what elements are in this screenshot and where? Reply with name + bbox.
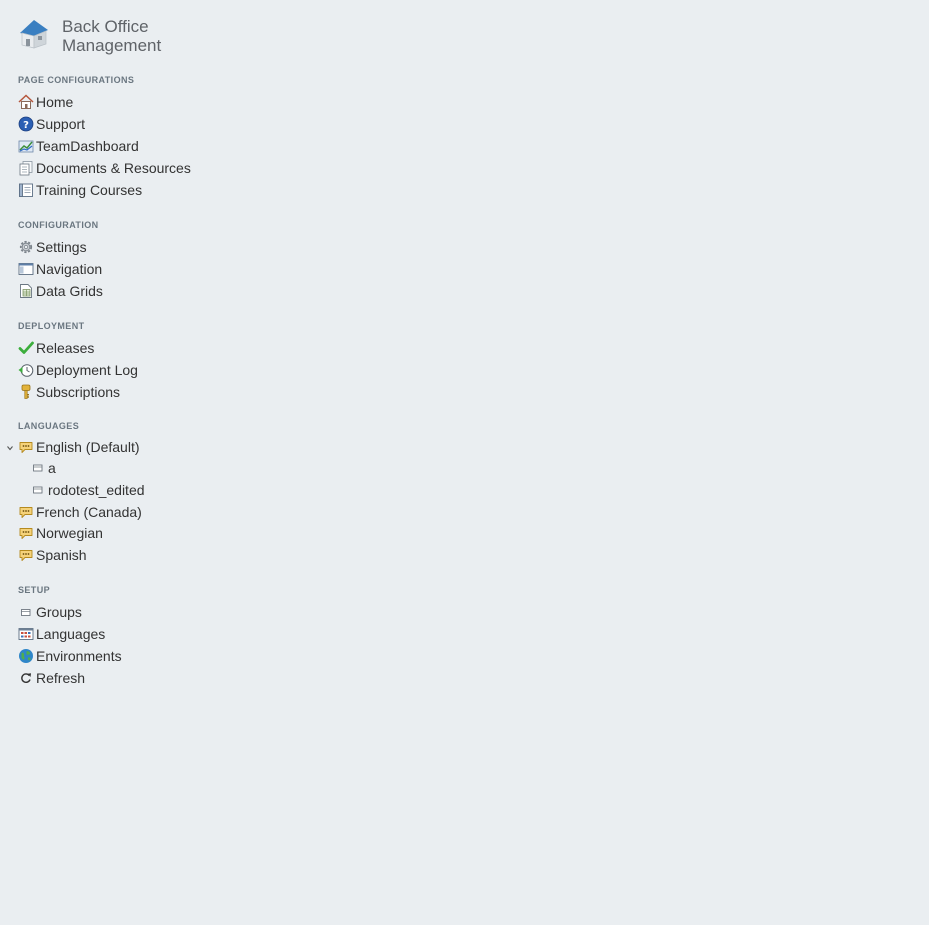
- refresh-icon: [18, 670, 34, 686]
- language-child-item-rodotest-edited[interactable]: rodotest_edited: [30, 480, 145, 500]
- section-title-languages: LANGUAGES: [18, 421, 80, 431]
- nav-item-label: Support: [36, 116, 86, 132]
- nav-item-label: French (Canada): [36, 504, 142, 520]
- speech-bubble-icon: [18, 525, 34, 541]
- nav-item-label: rodotest_edited: [48, 482, 145, 498]
- nav-item-label: TeamDashboard: [36, 138, 139, 154]
- checkmark-icon: [18, 340, 34, 356]
- nav-item-environments[interactable]: Environments: [18, 646, 122, 666]
- globe-icon: [18, 648, 34, 664]
- nav-item-label: Deployment Log: [36, 362, 138, 378]
- section-title-configuration: CONFIGURATION: [18, 220, 99, 230]
- gear-icon: [18, 239, 34, 255]
- speech-bubble-icon: [18, 504, 34, 520]
- section-title-deployment: DEPLOYMENT: [18, 321, 85, 331]
- nav-item-deployment-log[interactable]: Deployment Log: [18, 360, 138, 380]
- collapse-toggle[interactable]: [5, 443, 15, 453]
- nav-item-releases[interactable]: Releases: [18, 338, 94, 358]
- nav-item-subscriptions[interactable]: Subscriptions: [18, 382, 120, 402]
- nav-item-label: Releases: [36, 340, 95, 356]
- nav-item-label: Languages: [36, 626, 106, 642]
- speech-bubble-icon: [18, 439, 34, 455]
- folder-icon: [30, 460, 46, 476]
- folder-icon: [30, 482, 46, 498]
- language-child-item-a[interactable]: a: [30, 458, 56, 478]
- speech-bubble-icon: [18, 547, 34, 563]
- nav-item-label: Home: [36, 94, 74, 110]
- nav-item-label: Documents & Resources: [36, 160, 191, 176]
- nav-item-home[interactable]: Home: [18, 92, 73, 112]
- nav-item-groups[interactable]: Groups: [18, 602, 82, 622]
- language-item-french-canada[interactable]: French (Canada): [18, 502, 142, 522]
- section-title-page-configurations: PAGE CONFIGURATIONS: [18, 75, 135, 85]
- nav-item-label: Data Grids: [36, 283, 103, 299]
- nav-item-refresh[interactable]: Refresh: [18, 668, 85, 688]
- nav-item-data-grids[interactable]: Data Grids: [18, 281, 103, 301]
- nav-item-label: a: [48, 460, 56, 476]
- nav-item-navigation[interactable]: Navigation: [18, 259, 102, 279]
- nav-item-label: Norwegian: [36, 525, 103, 541]
- nav-item-label: Spanish: [36, 547, 87, 563]
- nav-item-label: Groups: [36, 604, 82, 620]
- app-title-line1: Back Office: [62, 17, 149, 36]
- nav-item-documents-resources[interactable]: Documents & Resources: [18, 158, 191, 178]
- chevron-down-icon: [7, 446, 13, 451]
- nav-item-label: English (Default): [36, 439, 140, 455]
- nav-item-label: Environments: [36, 648, 122, 664]
- language-table-icon: [18, 626, 34, 642]
- window-icon: [18, 261, 34, 277]
- key-icon: [18, 384, 34, 400]
- documents-icon: [18, 160, 34, 176]
- nav-item-training-courses[interactable]: Training Courses: [18, 180, 142, 200]
- home-icon: [18, 94, 34, 110]
- language-item-norwegian[interactable]: Norwegian: [18, 523, 103, 543]
- folder-icon: [18, 604, 34, 620]
- house-logo-icon: [18, 17, 50, 49]
- app-logo[interactable]: Back Office Management: [18, 17, 161, 55]
- nav-item-teamdashboard[interactable]: TeamDashboard: [18, 136, 139, 156]
- nav-item-support[interactable]: ? Support: [18, 114, 85, 134]
- nav-item-label: Navigation: [36, 261, 103, 277]
- clock-history-icon: [18, 362, 34, 378]
- section-title-setup: SETUP: [18, 585, 51, 595]
- nav-item-settings[interactable]: Settings: [18, 237, 87, 257]
- nav-item-label: Settings: [36, 239, 87, 255]
- nav-item-languages[interactable]: Languages: [18, 624, 105, 644]
- language-item-spanish[interactable]: Spanish: [18, 545, 87, 565]
- nav-item-label: Refresh: [36, 670, 86, 686]
- nav-item-label: Training Courses: [36, 182, 143, 198]
- chart-icon: [18, 138, 34, 154]
- book-icon: [18, 182, 34, 198]
- nav-item-label: Subscriptions: [36, 384, 121, 400]
- language-item-english[interactable]: English (Default): [18, 437, 140, 457]
- app-title-line2: Management: [62, 36, 162, 55]
- help-icon: ?: [18, 116, 34, 132]
- svg-text:?: ?: [23, 120, 29, 131]
- grid-document-icon: [18, 283, 34, 299]
